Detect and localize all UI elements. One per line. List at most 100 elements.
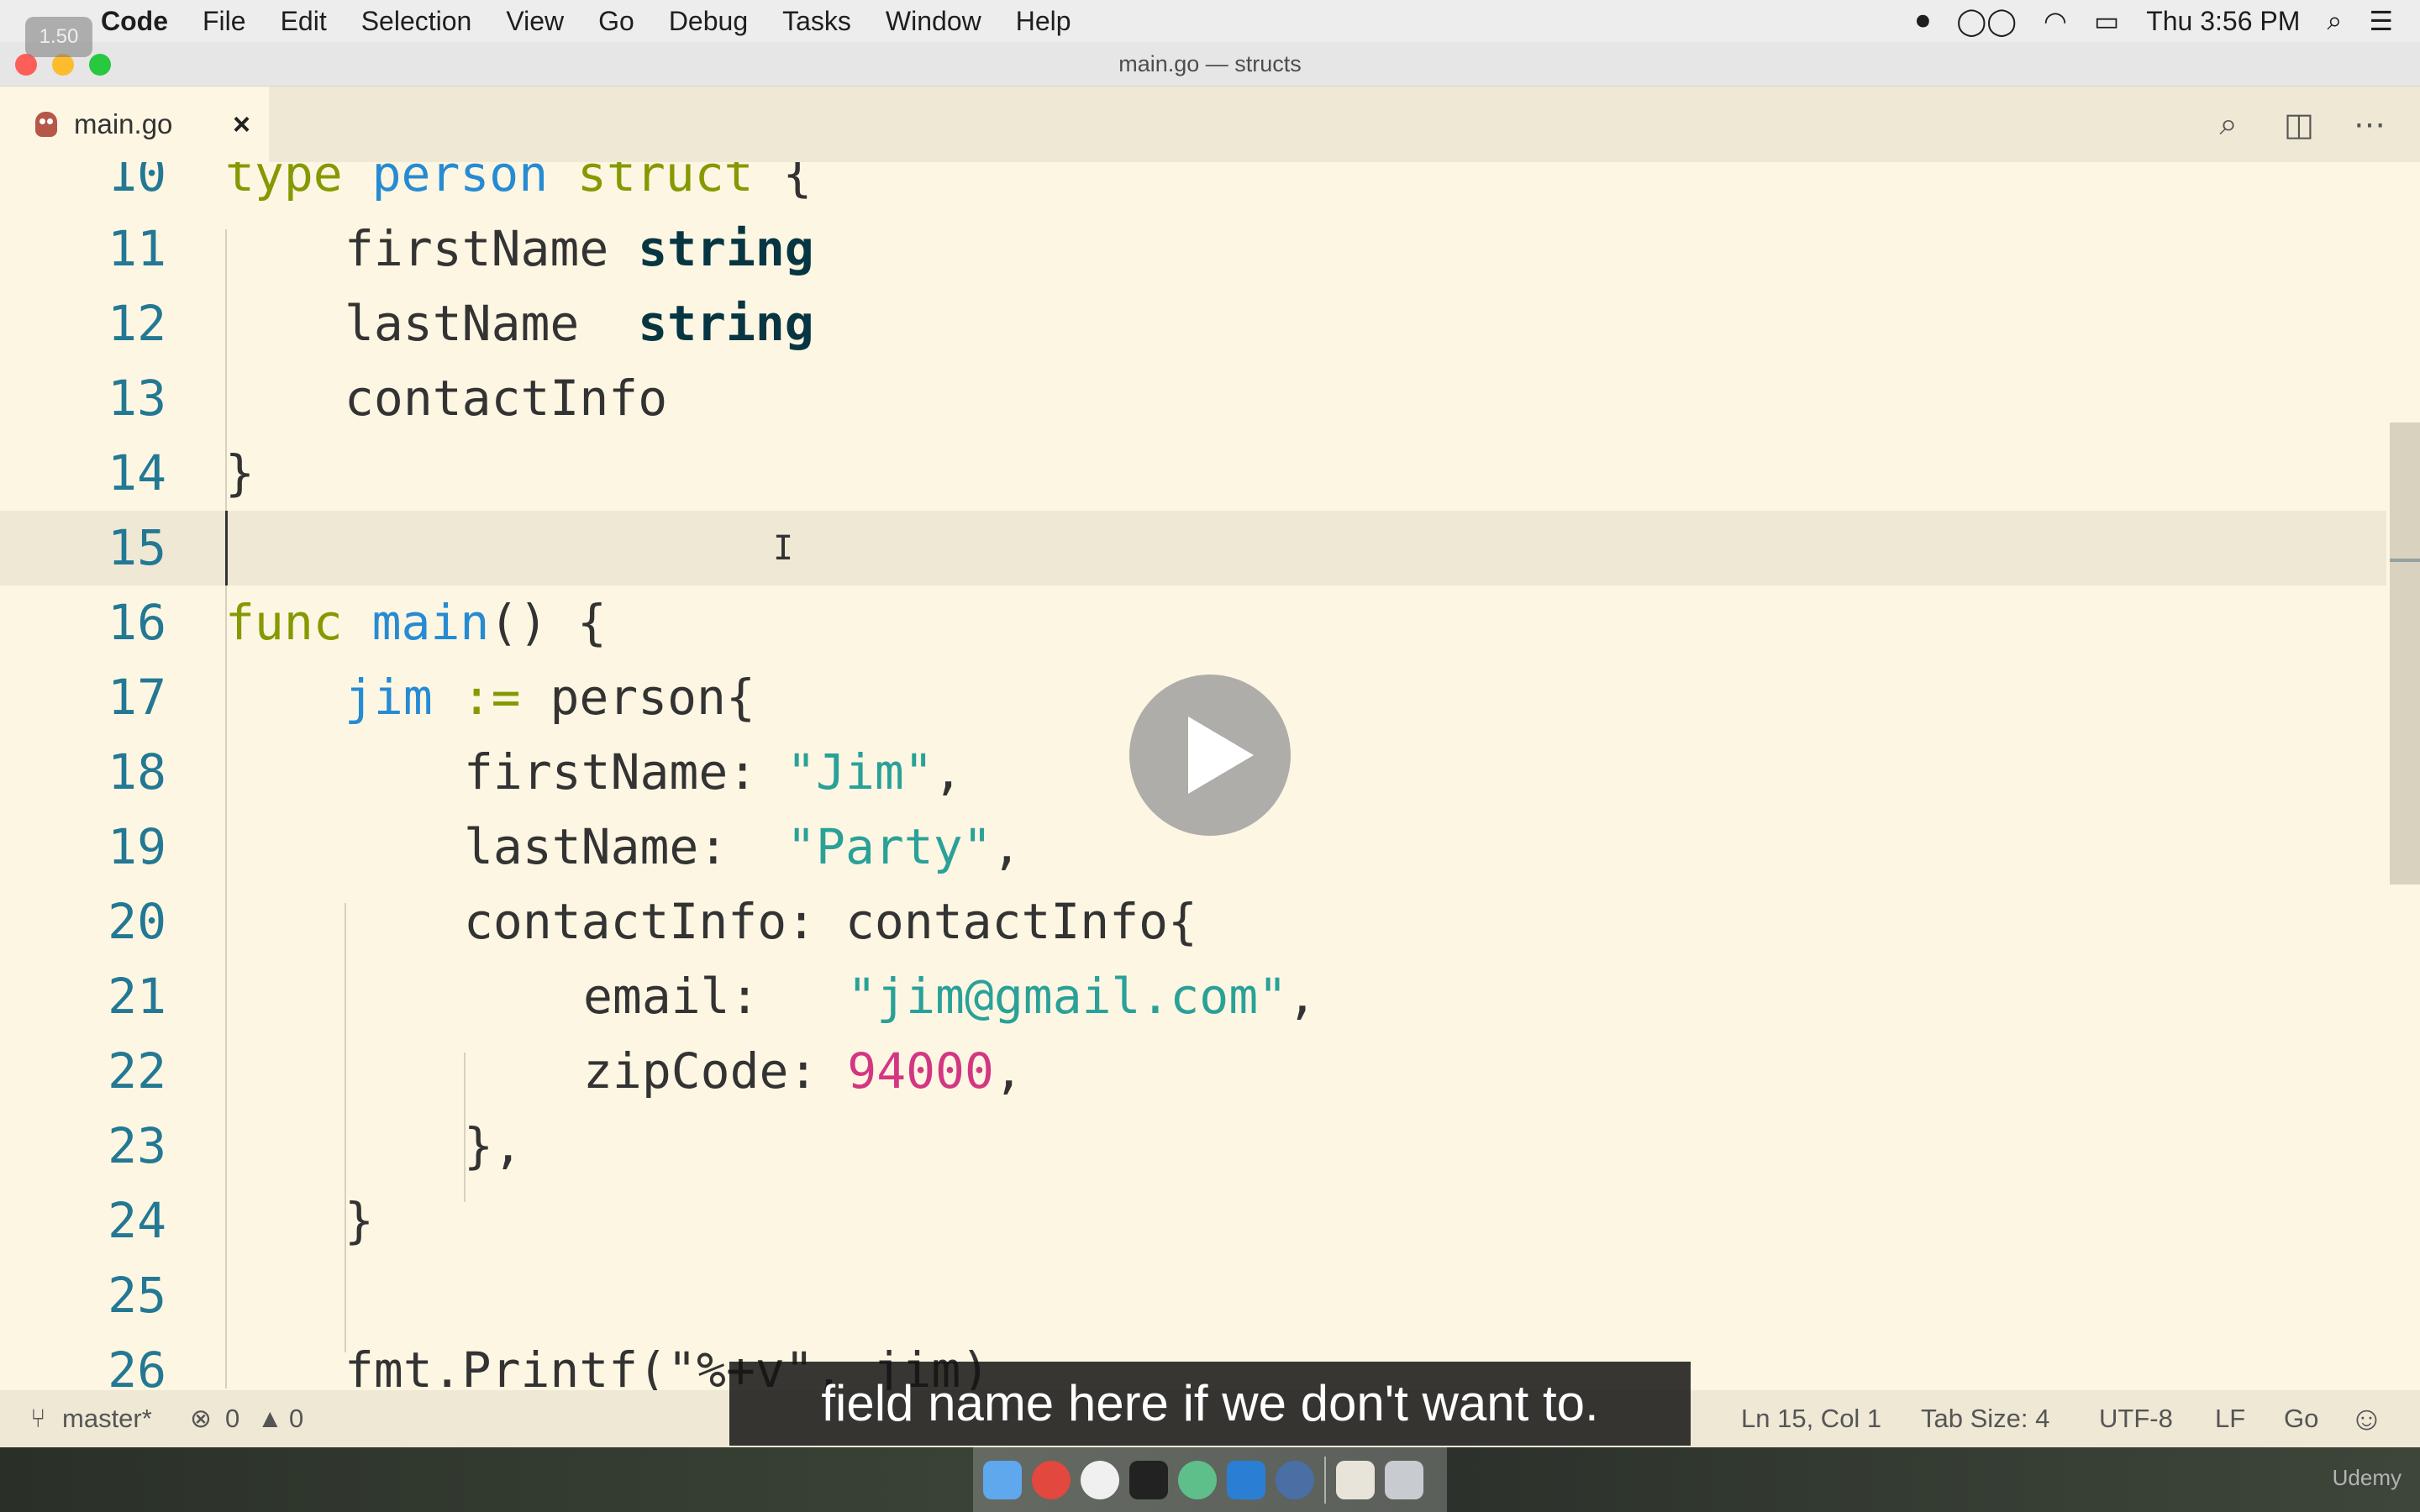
line-number: 25 (108, 1267, 166, 1324)
video-subtitle: field name here if we don't want to. (729, 1362, 1691, 1446)
menu-app-name[interactable]: Code (101, 6, 168, 37)
encoding[interactable]: UTF-8 (2099, 1390, 2173, 1447)
record-icon[interactable]: ⏺ (1916, 5, 1929, 37)
dock-separator (1324, 1456, 1326, 1504)
warning-count[interactable]: 0 (289, 1390, 303, 1447)
menu-tasks[interactable]: Tasks (782, 6, 851, 37)
menu-go[interactable]: Go (598, 6, 634, 37)
menu-window[interactable]: Window (886, 6, 981, 37)
git-branch[interactable]: master* (62, 1390, 152, 1447)
vertical-scrollbar[interactable] (2386, 162, 2420, 1390)
code-text: } (225, 444, 255, 501)
line-number: 26 (108, 1341, 166, 1390)
code-text: } (345, 1192, 374, 1249)
spotlight-search-icon[interactable]: ⌕ (2327, 5, 2342, 37)
error-count[interactable]: 0 (225, 1390, 239, 1447)
language-mode[interactable]: Go (2284, 1390, 2318, 1447)
menu-extras: ⏺ ◯◯ ◠ ▭ Thu 3:56 PM ⌕ ☰ (1916, 0, 2420, 42)
window-title: main.go — structs (1118, 51, 1302, 76)
ibeam-cursor-icon: I (773, 529, 794, 568)
go-file-icon (35, 112, 57, 137)
code-text: zipCode: 94000, (583, 1042, 1023, 1100)
code-text: jim := person{ (345, 669, 755, 726)
tab-size[interactable]: Tab Size: 4 (1921, 1390, 2049, 1447)
cursor-position[interactable]: Ln 15, Col 1 (1741, 1390, 1881, 1447)
current-line: 15 I (0, 511, 2386, 585)
line-number: 18 (108, 743, 166, 801)
tab-main-go[interactable]: main.go × (0, 87, 269, 162)
line-number: 10 (108, 162, 166, 202)
code-line: 13 contactInfo (0, 361, 2386, 436)
menu-file[interactable]: File (203, 6, 246, 37)
code-line: 10 type person struct { (0, 162, 2386, 212)
close-tab-icon[interactable]: × (233, 107, 250, 142)
line-number: 22 (108, 1042, 166, 1100)
menu-debug[interactable]: Debug (669, 6, 748, 37)
scrollbar-thumb[interactable] (2390, 423, 2420, 885)
trash-icon[interactable] (1385, 1460, 1423, 1499)
git-branch-icon[interactable]: ⑂ (30, 1390, 46, 1447)
glasses-icon[interactable]: ◯◯ (1956, 5, 2017, 37)
video-play-button[interactable] (1129, 675, 1291, 836)
more-actions-icon[interactable]: ⋯ (2349, 104, 2390, 144)
finder-icon[interactable] (983, 1460, 1022, 1499)
atom-icon[interactable] (1178, 1460, 1217, 1499)
code-line: 14 } (0, 436, 2386, 511)
code-line: 25 (0, 1258, 2386, 1333)
menu-edit[interactable]: Edit (281, 6, 327, 37)
editor-tab-bar: main.go × ⌕ ◫ ⋯ (0, 87, 2420, 162)
code-line: 16 func main() { (0, 585, 2386, 660)
documents-folder-icon[interactable] (1336, 1460, 1375, 1499)
line-number: 15 (108, 519, 166, 576)
vscode-icon[interactable] (1227, 1460, 1265, 1499)
code-text: type person struct { (225, 162, 813, 202)
wifi-icon[interactable]: ◠ (2044, 5, 2067, 37)
code-text: firstName string (345, 220, 814, 277)
feedback-smiley-icon[interactable]: ☺ (2349, 1390, 2384, 1447)
line-number: 21 (108, 968, 166, 1025)
clock[interactable]: Thu 3:56 PM (2146, 6, 2300, 37)
code-text: lastName: "Party", (464, 818, 1022, 875)
chrome-icon[interactable] (1032, 1460, 1071, 1499)
code-text: contactInfo (345, 370, 668, 427)
code-line: 22 zipCode: 94000, (0, 1034, 2386, 1109)
smiley-app-icon[interactable] (1081, 1460, 1119, 1499)
battery-icon[interactable]: ▭ (2094, 5, 2119, 37)
line-number: 13 (108, 370, 166, 427)
line-number: 16 (108, 594, 166, 651)
line-ending[interactable]: LF (2215, 1390, 2245, 1447)
menu-bar: Code File Edit Selection View Go Debug T… (0, 0, 2420, 42)
split-editor-icon[interactable]: ◫ (2279, 104, 2319, 144)
playback-speed-badge[interactable]: 1.50 (25, 17, 92, 57)
line-number: 17 (108, 669, 166, 726)
tab-label: main.go (74, 108, 173, 139)
menu-selection[interactable]: Selection (361, 6, 472, 37)
line-number: 19 (108, 818, 166, 875)
editor-actions: ⌕ ◫ ⋯ (2208, 87, 2420, 162)
menu-view[interactable]: View (506, 6, 564, 37)
cursor-position-marker (2390, 559, 2420, 562)
dock (973, 1447, 1447, 1512)
code-line: 24 } (0, 1184, 2386, 1258)
code-line: 23 }, (0, 1109, 2386, 1184)
code-text: email: "jim@gmail.com", (583, 968, 1317, 1025)
warning-icon[interactable]: ▲ (257, 1390, 283, 1447)
code-line: 20 contactInfo: contactInfo{ (0, 885, 2386, 959)
udemy-watermark: Udemy (2332, 1465, 2402, 1490)
code-text: }, (464, 1117, 523, 1174)
quicktime-icon[interactable] (1276, 1460, 1314, 1499)
line-number: 24 (108, 1192, 166, 1249)
line-number: 14 (108, 444, 166, 501)
terminal-icon[interactable] (1129, 1460, 1168, 1499)
notification-center-icon[interactable]: ☰ (2369, 5, 2393, 37)
code-line: 12 lastName string (0, 286, 2386, 361)
line-number: 11 (108, 220, 166, 277)
window-titlebar: main.go — structs (0, 42, 2420, 87)
code-text: lastName string (345, 295, 814, 352)
code-text: func main() { (225, 594, 607, 651)
line-number: 12 (108, 295, 166, 352)
menu-help[interactable]: Help (1016, 6, 1071, 37)
open-preview-icon[interactable]: ⌕ (2208, 104, 2249, 144)
error-icon[interactable]: ⊗ (190, 1390, 212, 1447)
code-line: 21 email: "jim@gmail.com", (0, 959, 2386, 1034)
